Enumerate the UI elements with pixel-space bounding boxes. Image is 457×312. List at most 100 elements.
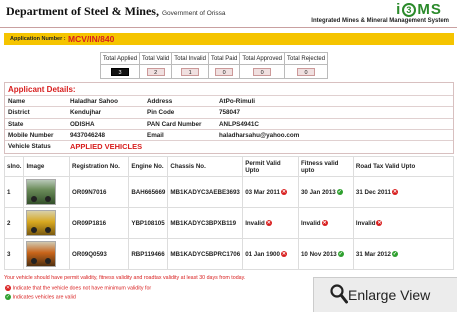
engine-number: YBP108105 [128,207,169,239]
field-value: Haladhar Sahoo [70,98,118,105]
field-value: 758047 [219,109,241,117]
logo-letter-i: i [396,1,402,18]
field-value: haladharsahu@yahoo.com [219,131,300,139]
summary-header-applied: Total Applied [99,52,141,65]
table-row: 3 OR09Q0593 RBP119466 MB1KADYC5BPRC1706 … [3,238,455,270]
fitness-valid-date: Invalid [300,219,321,227]
engine-number: BAH665669 [128,176,169,208]
chassis-number: MB1KADYC3AEBE3693 [167,176,244,208]
summary-header-invalid: Total Invalid [171,52,209,65]
invalid-cross-icon: ✕ [265,219,272,226]
i3ms-logo: i 3 MS [389,1,449,18]
road-tax-valid-date: Invalid [355,219,376,227]
summary-count-paid[interactable]: 0 [215,67,234,76]
invalid-cross-icon: ✕ [376,219,383,226]
vehicle-thumbnail[interactable] [26,179,57,205]
government-name: Government of Orissa [161,10,226,17]
vehicle-status-row: Vehicle Status APPLIED VEHICLES [5,140,453,153]
column-header: Chassis No. [167,156,244,177]
column-header: Fitness valid upto [297,156,354,177]
vehicle-thumbnail[interactable] [26,210,57,236]
chassis-number: MB1KADYC3BPXB119 [167,207,244,239]
summary-header-approved: Total Approved [239,52,286,65]
magnifier-icon [330,284,348,304]
applicant-row: District Kendujhar Pin Code 758047 [5,106,453,117]
application-summary-table: Total Applied Total Valid Total Invalid … [99,52,329,79]
registration-number: OR09Q0593 [69,238,130,270]
table-row: 1 OR09N7016 BAH665669 MB1KADYC3AEBE3693 … [3,176,455,208]
applicant-row: State ODISHA PAN Card Number ANLPS4941C [5,117,453,129]
legend-invalid: ✕ Indicate that the vehicle does not hav… [4,285,151,291]
application-number-label: Application Number : [10,36,66,42]
fitness-valid-date: 30 Jan 2013 [300,188,336,196]
engine-number: RBP119466 [128,238,169,270]
field-label: Mobile Number [8,131,54,139]
valid-check-icon: ✓ [5,294,11,300]
logo-numeral: 3 [402,2,417,17]
invalid-cross-icon: ✕ [280,188,287,195]
chassis-number: MB1KADYC5BPRC1706 [167,238,244,270]
system-subtitle: Integrated Mines & Mineral Management Sy… [311,18,449,24]
department-title: Department of Steel & Mines, Government … [6,4,226,19]
registration-number: OR09N7016 [69,176,130,208]
vehicle-thumbnail[interactable] [26,241,57,267]
legend-valid: ✓ Indicates vehicles are valid [4,294,76,300]
summary-header-rejected: Total Rejected [284,52,329,65]
field-label: Name [8,98,26,105]
valid-check-icon: ✓ [336,188,343,195]
table-row: 2 OR09P1816 YBP108105 MB1KADYC3BPXB119 I… [3,207,455,239]
field-value: ODISHA [70,120,95,128]
field-label: District [8,109,30,117]
applicant-row: Name Haladhar Sahoo Address AtPo-Rimuli [5,95,453,106]
vehicles-table-header: slno. Image Registration No. Engine No. … [3,156,455,177]
field-value: AtPo-Rimuli [219,98,256,105]
valid-check-icon: ✓ [337,250,344,257]
legend-invalid-text: Indicate that the vehicle does not have … [12,285,152,292]
invalid-cross-icon: ✕ [280,250,287,257]
field-label: Address [147,98,173,105]
legend-valid-text: Indicates vehicles are valid [12,294,76,301]
enlarge-view-button[interactable]: Enlarge View [313,277,457,312]
valid-check-icon: ✓ [391,250,398,257]
summary-count-rejected[interactable]: 0 [297,67,316,76]
summary-header-paid: Total Paid [207,52,241,65]
summary-count-invalid[interactable]: 1 [181,67,200,76]
validity-note: Your vehicle should have permit validity… [4,275,246,281]
road-tax-valid-date: 31 Mar 2012 [355,250,391,258]
serial-number: 3 [3,238,25,270]
field-value: Kendujhar [70,109,102,117]
field-label: Email [147,131,164,139]
serial-number: 1 [3,176,25,208]
column-header: Image [23,156,71,177]
applicant-row: Mobile Number 9437046248 Email haladhars… [5,128,453,140]
permit-valid-date: Invalid [245,219,265,227]
invalid-cross-icon: ✕ [321,219,328,226]
page-header: Department of Steel & Mines, Government … [0,0,457,28]
column-header: Registration No. [69,156,130,177]
enlarge-view-label: Enlarge View [348,287,431,303]
permit-valid-date: 01 Jan 1900 [245,250,280,258]
summary-count-approved[interactable]: 0 [253,67,272,76]
column-header: slno. [3,156,25,177]
summary-count-valid[interactable]: 2 [146,67,165,76]
application-number-value: MCV/IN/840 [68,34,115,44]
column-header: Engine No. [128,156,169,177]
applicant-details-panel: Applicant Details: Name Haladhar Sahoo A… [4,82,454,155]
field-value: ANLPS4941C [219,120,259,128]
department-name: Department of Steel & Mines, [6,4,159,18]
application-number-bar: Application Number : MCV/IN/840 [4,33,454,45]
field-value: 9437046248 [70,131,106,139]
vehicle-status-label: Vehicle Status [8,143,51,151]
column-header: Permit Valid Upto [242,156,299,177]
fitness-valid-date: 10 Nov 2013 [300,250,337,258]
column-header: Road Tax Valid Upto [352,156,455,177]
header-divider [0,27,457,28]
permit-valid-date: 03 Mar 2011 [245,188,280,196]
registration-number: OR09P1816 [69,207,130,239]
summary-count-applied[interactable]: 3 [111,67,130,76]
road-tax-valid-date: 31 Dec 2011 [355,188,391,196]
vehicles-table: slno. Image Registration No. Engine No. … [3,156,455,270]
field-label: PAN Card Number [147,120,202,128]
logo-letters-ms: MS [417,1,442,18]
serial-number: 2 [3,207,25,239]
